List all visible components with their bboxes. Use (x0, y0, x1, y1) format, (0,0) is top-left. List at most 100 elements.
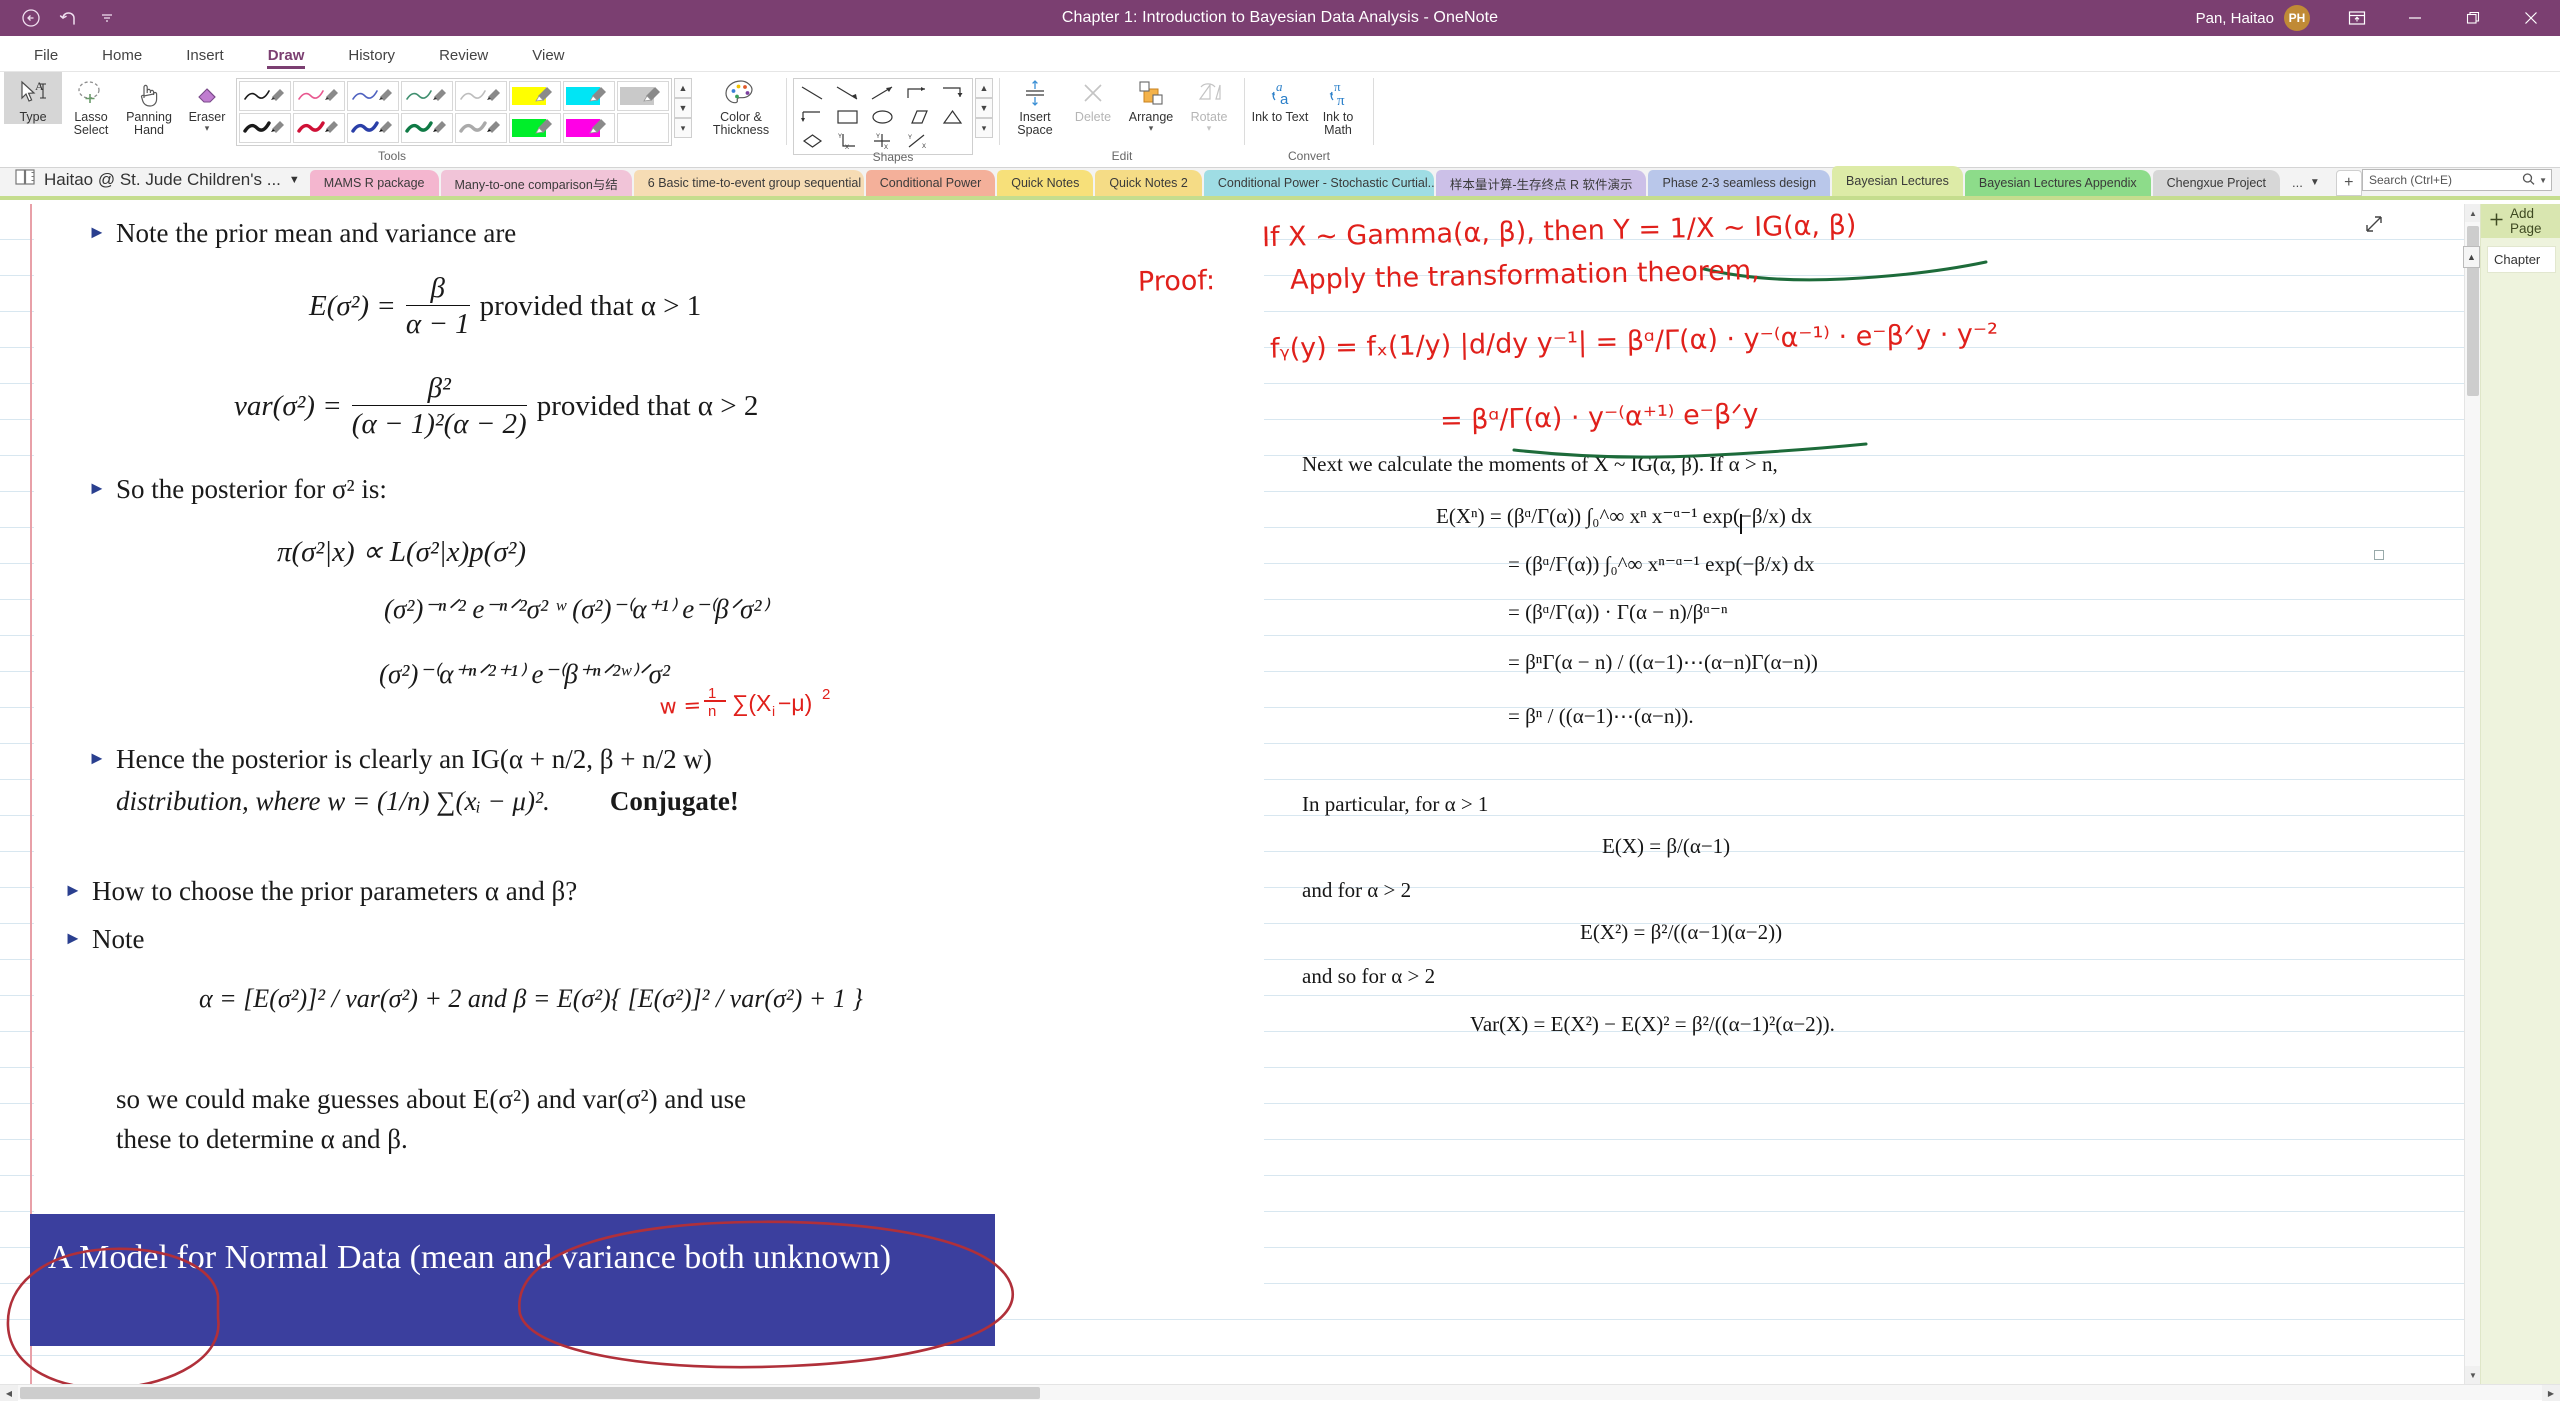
tool-eraser-button[interactable]: Eraser ▾ (178, 72, 236, 132)
section-tab-phase-2-3-seamless[interactable]: Phase 2-3 seamless design (1648, 170, 1830, 196)
section-tab-quick-notes[interactable]: Quick Notes (997, 170, 1093, 196)
shapes-gallery-scroll[interactable]: ▲ ▼ ▾ (975, 78, 993, 138)
pen-thick-black[interactable] (239, 113, 291, 143)
back-icon[interactable] (14, 4, 48, 32)
scroll-down-icon[interactable]: ▼ (2465, 1366, 2481, 1384)
arrange-button[interactable]: Arrange ▾ (1122, 72, 1180, 132)
tab-file[interactable]: File (12, 41, 80, 71)
section-tab-chengxue-project[interactable]: Chengxue Project (2153, 170, 2280, 196)
pen-thick-blue[interactable] (347, 113, 399, 143)
tool-type-button[interactable]: A Type (4, 72, 62, 124)
avatar[interactable]: PH (2284, 5, 2310, 31)
elbow-arrow-icon[interactable] (796, 105, 830, 128)
rectangle-icon[interactable] (831, 105, 865, 128)
pen-thin-gray[interactable] (455, 81, 507, 111)
pen-thick-gray[interactable] (455, 113, 507, 143)
tab-view[interactable]: View (510, 41, 586, 71)
section-tab-conditional-power[interactable]: Conditional Power (866, 170, 995, 196)
corner-arrow-icon[interactable] (901, 81, 935, 104)
parallelogram-icon[interactable] (901, 105, 935, 128)
tab-insert[interactable]: Insert (164, 41, 246, 71)
scroll-left-icon[interactable]: ◀ (0, 1385, 18, 1401)
pen-gallery-scroll[interactable]: ▲ ▼ ▾ (674, 78, 692, 138)
gallery-scroll-down-icon[interactable]: ▼ (674, 98, 692, 118)
chevron-down-icon[interactable]: ▾ (1149, 124, 1154, 132)
slide-image[interactable]: ► Note the prior mean and variance are E… (34, 204, 1264, 1304)
chevron-down-icon[interactable]: ▼ (2539, 176, 2547, 185)
shapes-scroll-down-icon[interactable]: ▼ (975, 98, 993, 118)
section-tab-sample-size-r-demo[interactable]: 样本量计算-生存终点 R 软件演示 (1436, 170, 1647, 196)
highlighter-yellow[interactable] (509, 81, 561, 111)
chevron-down-icon[interactable]: ▾ (205, 124, 210, 132)
arrow-up-right-icon[interactable] (866, 81, 900, 104)
color-thickness-button[interactable]: Color & Thickness (702, 72, 780, 137)
ink-to-text-button[interactable]: a a Ink to Text (1251, 72, 1309, 124)
scroll-right-icon[interactable]: ▶ (2542, 1385, 2560, 1401)
section-tab-basic-time-to-event[interactable]: 6 Basic time-to-event group sequential .… (634, 170, 864, 196)
expand-arrow-icon[interactable] (2362, 214, 2384, 241)
gallery-scroll-up-icon[interactable]: ▲ (674, 78, 692, 98)
insert-space-button[interactable]: Insert Space (1006, 72, 1064, 137)
user-name[interactable]: Pan, Haitao (2196, 10, 2274, 27)
article-column[interactable]: Next we calculate the moments of X ~ IG(… (1290, 204, 2440, 1304)
section-tab-mams-r-package[interactable]: MAMS R package (310, 170, 439, 196)
ink-to-math-button[interactable]: π π Ink to Math (1309, 72, 1367, 137)
tab-draw[interactable]: Draw (246, 41, 327, 71)
axis-diagonal-icon[interactable]: YX (901, 129, 935, 152)
chevron-down-icon[interactable]: ▼ (289, 174, 300, 186)
section-tab-bayesian-lectures[interactable]: Bayesian Lectures (1832, 166, 1963, 196)
gallery-expand-icon[interactable]: ▾ (674, 118, 692, 138)
search-icon[interactable] (2521, 172, 2537, 189)
resize-handle[interactable] (2374, 550, 2384, 560)
pen-thin-black[interactable] (239, 81, 291, 111)
scroll-up-icon[interactable]: ▲ (2465, 204, 2481, 222)
axis-cross-icon[interactable]: YX (866, 129, 900, 152)
close-icon[interactable] (2502, 0, 2560, 36)
highlighter-gray[interactable] (617, 81, 669, 111)
notebook-selector[interactable]: Haitao @ St. Jude Children's ... ▼ (0, 168, 310, 196)
horizontal-scrollbar[interactable]: ◀ ▶ (0, 1384, 2560, 1400)
pen-thin-blue[interactable] (347, 81, 399, 111)
pen-thick-green[interactable] (401, 113, 453, 143)
ellipse-icon[interactable] (866, 105, 900, 128)
new-section-button[interactable]: + (2336, 170, 2362, 196)
pen-gallery[interactable] (236, 78, 672, 146)
chevron-down-icon[interactable]: ▼ (2310, 177, 2320, 188)
axis-xy-icon[interactable]: YX (831, 129, 865, 152)
section-overflow[interactable]: ... ▼ (2282, 175, 2330, 196)
shapes-scroll-up-icon[interactable]: ▲ (975, 78, 993, 98)
arrow-down-right-icon[interactable] (831, 81, 865, 104)
highlighter-magenta[interactable] (563, 113, 615, 143)
triangle-icon[interactable] (936, 105, 970, 128)
undo-icon[interactable] (52, 4, 86, 32)
search-box[interactable]: Search (Ctrl+E) ▼ (2362, 169, 2552, 191)
arrow-down-icon[interactable] (936, 81, 970, 104)
pen-thin-pink[interactable] (293, 81, 345, 111)
shapes-expand-icon[interactable]: ▾ (975, 118, 993, 138)
ribbon-display-options-icon[interactable] (2328, 0, 2386, 36)
restore-icon[interactable] (2444, 0, 2502, 36)
shapes-gallery[interactable]: YX YX YX (793, 78, 973, 155)
search-input[interactable]: Search (Ctrl+E) (2369, 173, 2521, 187)
minimize-icon[interactable] (2386, 0, 2444, 36)
tab-home[interactable]: Home (80, 41, 164, 71)
pen-thick-red[interactable] (293, 113, 345, 143)
add-page-button[interactable]: Add Page (2481, 204, 2560, 238)
pen-thin-green[interactable] (401, 81, 453, 111)
section-tab-bayesian-lectures-appendix[interactable]: Bayesian Lectures Appendix (1965, 170, 2151, 196)
highlighter-green[interactable] (509, 113, 561, 143)
line-diagonal-icon[interactable] (796, 81, 830, 104)
horizontal-scroll-thumb[interactable] (20, 1387, 1040, 1399)
section-tab-many-to-one[interactable]: Many-to-one comparison与结 (441, 170, 632, 196)
tool-panning-hand-button[interactable]: Panning Hand (120, 72, 178, 137)
section-tab-conditional-power-stochastic[interactable]: Conditional Power - Stochastic Curtial..… (1204, 170, 1434, 196)
vertical-scrollbar[interactable]: ▲ ▼ (2464, 204, 2480, 1384)
note-page-canvas[interactable]: ► Note the prior mean and variance are E… (0, 204, 2480, 1384)
highlighter-empty[interactable] (617, 113, 669, 143)
section-tab-quick-notes-2[interactable]: Quick Notes 2 (1095, 170, 1202, 196)
tool-lasso-select-button[interactable]: Lasso Select (62, 72, 120, 137)
tab-history[interactable]: History (326, 41, 417, 71)
highlighter-cyan[interactable] (563, 81, 615, 111)
page-list-item[interactable]: Chapter (2487, 246, 2556, 273)
customize-qat-icon[interactable] (90, 4, 124, 32)
